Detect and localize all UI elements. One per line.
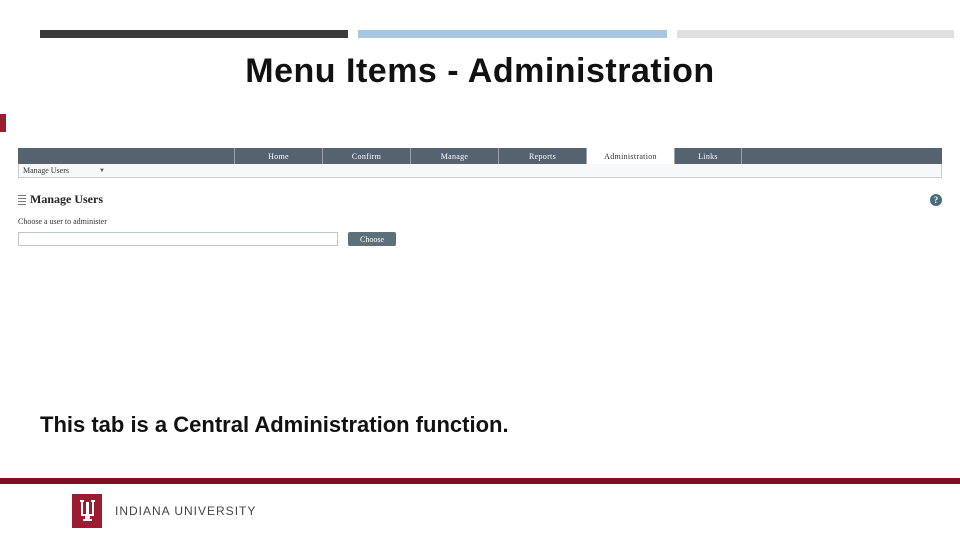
choose-button[interactable]: Choose: [348, 232, 396, 246]
rule-segment-dark: [40, 30, 348, 38]
user-input[interactable]: [18, 232, 338, 246]
footer-rule: [0, 478, 960, 484]
footer: INDIANA UNIVERSITY: [0, 478, 960, 540]
footer-institution: INDIANA UNIVERSITY: [115, 504, 256, 518]
slide-caption: This tab is a Central Administration fun…: [40, 412, 509, 438]
panel-instruction: Choose a user to administer: [18, 217, 942, 226]
sub-nav-label: Manage Users: [23, 166, 69, 175]
tab-home[interactable]: Home: [234, 148, 322, 164]
panel-title: Manage Users: [30, 192, 103, 207]
tab-confirm[interactable]: Confirm: [322, 148, 410, 164]
choose-user-form: Choose: [18, 232, 942, 246]
top-rule: [40, 30, 954, 38]
help-icon[interactable]: ?: [930, 194, 942, 206]
nav-spacer: [18, 148, 234, 164]
tab-links[interactable]: Links: [674, 148, 742, 164]
iu-trident-icon: [72, 494, 102, 528]
panel-header: Manage Users: [18, 192, 942, 207]
tab-administration[interactable]: Administration: [586, 148, 674, 164]
slide-title: Menu Items - Administration: [0, 52, 960, 91]
rule-segment-blue: [358, 30, 666, 38]
tab-reports[interactable]: Reports: [498, 148, 586, 164]
primary-nav: Home Confirm Manage Reports Administrati…: [18, 148, 942, 164]
nav-right-spacer: [742, 148, 942, 164]
chevron-down-icon: ▼: [99, 168, 105, 174]
drag-handle-icon[interactable]: [18, 195, 26, 205]
app-screenshot: Home Confirm Manage Reports Administrati…: [18, 148, 942, 246]
sub-nav-manage-users[interactable]: Manage Users ▼: [18, 164, 942, 178]
rule-segment-grey: [677, 30, 954, 38]
accent-bar: [0, 114, 6, 132]
tab-manage[interactable]: Manage: [410, 148, 498, 164]
